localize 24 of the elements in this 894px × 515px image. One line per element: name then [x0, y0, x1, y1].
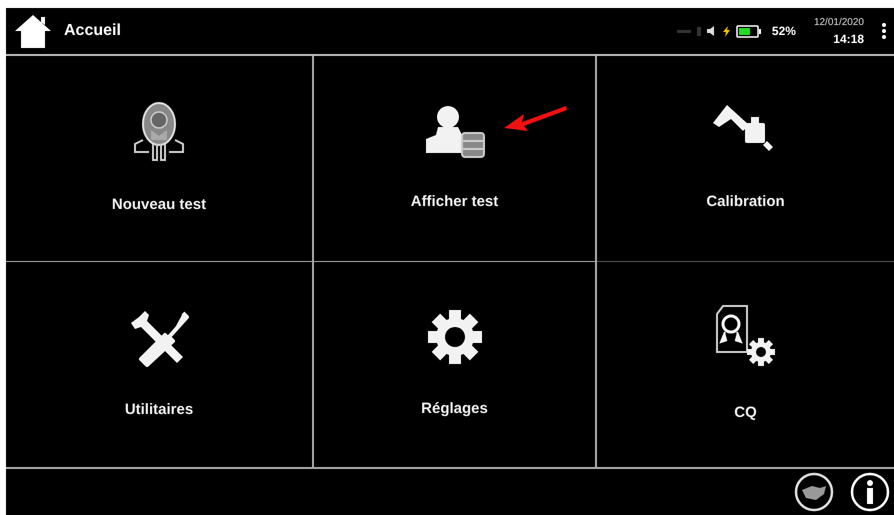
- menu-tile[interactable]: Nouveau test: [6, 56, 314, 262]
- menu-tile[interactable]: Afficher test: [314, 56, 597, 262]
- diving-suit-icon: [131, 100, 187, 162]
- menu-tile[interactable]: Réglages: [314, 262, 597, 467]
- home-icon[interactable]: [14, 13, 52, 49]
- menu-tile[interactable]: Utilitaires: [6, 262, 314, 467]
- time-text: 14:18: [833, 30, 864, 48]
- tile-label: Utilitaires: [124, 400, 194, 420]
- tile-label: Afficher test: [410, 192, 498, 212]
- tile-label: CQ: [734, 403, 757, 423]
- info-icon[interactable]: [850, 472, 890, 512]
- page-title: Accueil: [64, 21, 121, 41]
- tile-label: Réglages: [421, 399, 488, 419]
- menu-tile[interactable]: CQ: [597, 262, 894, 467]
- lightning-icon: [722, 26, 730, 36]
- speaker-icon: [706, 26, 717, 36]
- battery-icon: [736, 24, 762, 38]
- more-menu-icon[interactable]: [882, 23, 886, 39]
- battery-percent: 52%: [772, 23, 796, 40]
- settings-icon: [426, 308, 484, 366]
- menu-tile[interactable]: Calibration: [597, 56, 894, 262]
- tile-label: Calibration: [706, 192, 785, 212]
- date-text: 12/01/2020: [814, 16, 864, 30]
- tile-label: Nouveau test: [112, 195, 206, 215]
